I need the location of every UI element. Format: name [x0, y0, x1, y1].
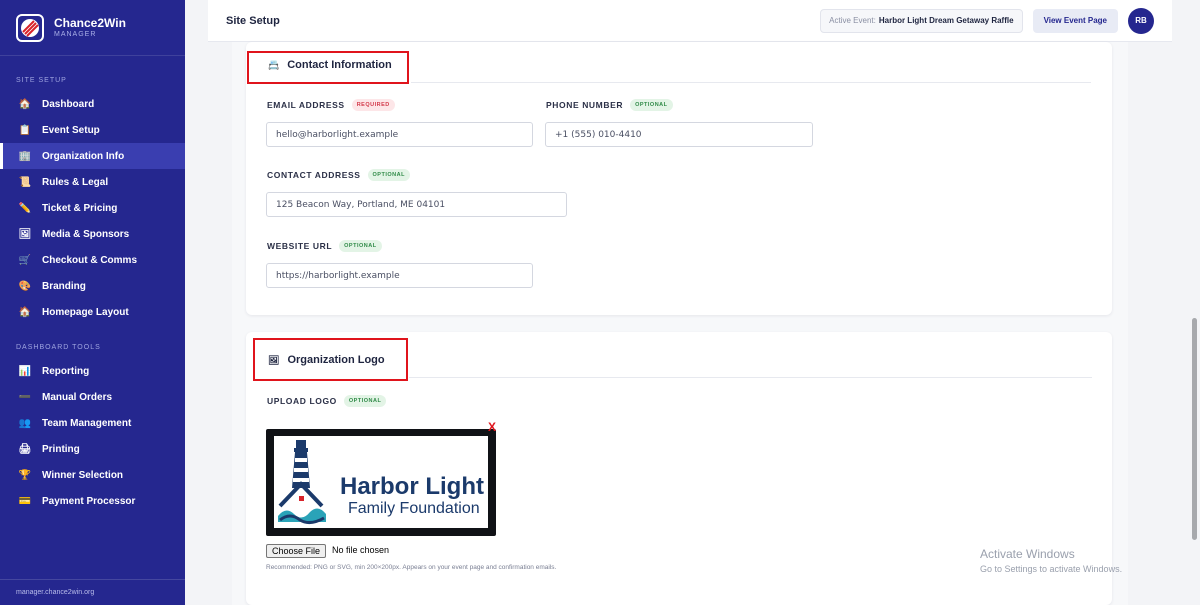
optional-badge: OPTIONAL [630, 99, 673, 111]
brand-subtitle: MANAGER [54, 30, 97, 38]
top-bar: Site Setup Active Event: Harbor Light Dr… [208, 0, 1172, 42]
sidebar-item-homepage-layout[interactable]: 🏠 Homepage Layout [0, 299, 185, 325]
phone-label-text: PHONE NUMBER [546, 100, 624, 110]
home-icon: 🏠 [18, 306, 32, 318]
sidebar-item-label: Printing [42, 443, 80, 455]
logo-image: Harbor Light Family Foundation [274, 436, 488, 528]
sidebar-item-reporting[interactable]: 📊 Reporting [0, 358, 185, 384]
address-label: CONTACT ADDRESS OPTIONAL [267, 169, 410, 181]
sidebar-item-rules-legal[interactable]: 📜 Rules & Legal [0, 169, 185, 195]
page-scrollbar[interactable] [1192, 318, 1197, 540]
logo-preview: Harbor Light Family Foundation [266, 429, 496, 536]
brand-logo-icon [16, 13, 44, 42]
credit-card-icon: 💳 [18, 495, 32, 507]
website-label: WEBSITE URL OPTIONAL [267, 240, 382, 252]
email-label: EMAIL ADDRESS REQUIRED [267, 99, 395, 111]
pencil-icon: ✏️ [18, 202, 32, 214]
sidebar-item-label: Payment Processor [42, 495, 136, 507]
sidebar: Chance2Win MANAGER SITE SETUP 🏠 Dashboard… [0, 0, 185, 605]
sidebar-item-label: Media & Sponsors [42, 228, 130, 240]
printer-icon: 🖨 [18, 443, 32, 455]
divider [409, 377, 1092, 378]
optional-badge: OPTIONAL [367, 169, 410, 181]
sidebar-item-winner-selection[interactable]: 🏆 Winner Selection [0, 462, 185, 488]
people-icon: 👥 [18, 417, 32, 429]
trophy-icon: 🏆 [18, 469, 32, 481]
sidebar-item-label: Event Setup [42, 124, 100, 136]
sidebar-item-label: Homepage Layout [42, 306, 129, 318]
sidebar-item-label: Dashboard [42, 98, 95, 110]
sidebar-item-label: Reporting [42, 365, 90, 377]
sidebar-item-manual-orders[interactable]: ➖ Manual Orders [0, 384, 185, 410]
section-label-site-setup: SITE SETUP [16, 77, 67, 84]
sidebar-item-label: Manual Orders [42, 391, 113, 403]
building-icon: 🏢 [18, 150, 32, 162]
choose-file-button[interactable]: Choose File [266, 544, 327, 558]
upload-logo-label-text: UPLOAD LOGO [267, 396, 337, 406]
optional-badge: OPTIONAL [339, 240, 382, 252]
remove-logo-button[interactable]: X [488, 420, 496, 434]
brand-name: Chance2Win [54, 15, 126, 30]
email-field[interactable]: hello@harborlight.example [266, 122, 533, 147]
scroll-icon: 📜 [18, 176, 32, 188]
sidebar-item-checkout-comms[interactable]: 🛒 Checkout & Comms [0, 247, 185, 273]
sidebar-item-label: Ticket & Pricing [42, 202, 118, 214]
highlight-box [247, 51, 409, 84]
contact-information-card: 📇 Contact Information EMAIL ADDRESS REQU… [246, 42, 1112, 315]
sidebar-item-payment-processor[interactable]: 💳 Payment Processor [0, 488, 185, 514]
watermark-line2: Go to Settings to activate Windows. [980, 564, 1123, 574]
sidebar-item-label: Team Management [42, 417, 132, 429]
sidebar-item-team-management[interactable]: 👥 Team Management [0, 410, 185, 436]
email-label-text: EMAIL ADDRESS [267, 100, 345, 110]
active-event-name: Harbor Light Dream Getaway Raffle [878, 16, 1014, 25]
sidebar-item-branding[interactable]: 🎨 Branding [0, 273, 185, 299]
section-label-dashboard-tools: DASHBOARD TOOLS [16, 344, 101, 351]
minus-icon: ➖ [18, 391, 32, 403]
address-label-text: CONTACT ADDRESS [267, 170, 361, 180]
divider [411, 82, 1091, 83]
home-icon: 🏠 [18, 98, 32, 110]
required-badge: REQUIRED [351, 99, 395, 111]
sidebar-item-label: Winner Selection [42, 469, 124, 481]
file-status: No file chosen [332, 545, 390, 555]
website-field[interactable]: https://harborlight.example [266, 263, 533, 288]
active-event-label: Active Event: [829, 16, 876, 25]
phone-label: PHONE NUMBER OPTIONAL [546, 99, 673, 111]
sidebar-item-printing[interactable]: 🖨 Printing [0, 436, 185, 462]
sidebar-item-ticket-pricing[interactable]: ✏️ Ticket & Pricing [0, 195, 185, 221]
upload-logo-label: UPLOAD LOGO OPTIONAL [267, 395, 387, 407]
cart-icon: 🛒 [18, 254, 32, 266]
palette-icon: 🎨 [18, 280, 32, 292]
sidebar-item-label: Branding [42, 280, 86, 292]
sidebar-item-dashboard[interactable]: 🏠 Dashboard [0, 91, 185, 117]
activate-windows-watermark: Activate Windows Go to Settings to activ… [980, 547, 1122, 574]
sidebar-item-event-setup[interactable]: 📋 Event Setup [0, 117, 185, 143]
logo-hint-text: Recommended: PNG or SVG, min 200×200px. … [266, 564, 557, 571]
sidebar-item-media-sponsors[interactable]: 🖼 Media & Sponsors [0, 221, 185, 247]
address-field[interactable]: 125 Beacon Way, Portland, ME 04101 [266, 192, 567, 217]
optional-badge: OPTIONAL [343, 395, 387, 407]
watermark-line1: Activate Windows [980, 547, 1075, 561]
logo-text-line1: Harbor Light [340, 473, 484, 500]
picture-icon: 🖼 [18, 228, 32, 240]
active-event-indicator: Active Event: Harbor Light Dream Getaway… [820, 8, 1023, 33]
user-avatar[interactable]: RB [1128, 7, 1154, 34]
sidebar-footer-url: manager.chance2win.org [0, 579, 185, 605]
main-content: 📇 Contact Information EMAIL ADDRESS REQU… [232, 42, 1128, 605]
page-title: Site Setup [226, 14, 280, 27]
website-label-text: WEBSITE URL [267, 241, 333, 251]
logo-text-line2: Family Foundation [348, 500, 480, 517]
sidebar-item-organization-info[interactable]: 🏢 Organization Info [0, 143, 185, 169]
chart-icon: 📊 [18, 365, 32, 377]
sidebar-item-label: Checkout & Comms [42, 254, 138, 266]
view-event-page-button[interactable]: View Event Page [1032, 8, 1118, 33]
sidebar-item-label: Rules & Legal [42, 176, 109, 188]
brand[interactable]: Chance2Win MANAGER [0, 0, 185, 56]
clipboard-icon: 📋 [18, 124, 32, 136]
highlight-box [253, 338, 408, 381]
sidebar-item-label: Organization Info [42, 150, 125, 162]
phone-field[interactable]: +1 (555) 010-4410 [545, 122, 813, 147]
